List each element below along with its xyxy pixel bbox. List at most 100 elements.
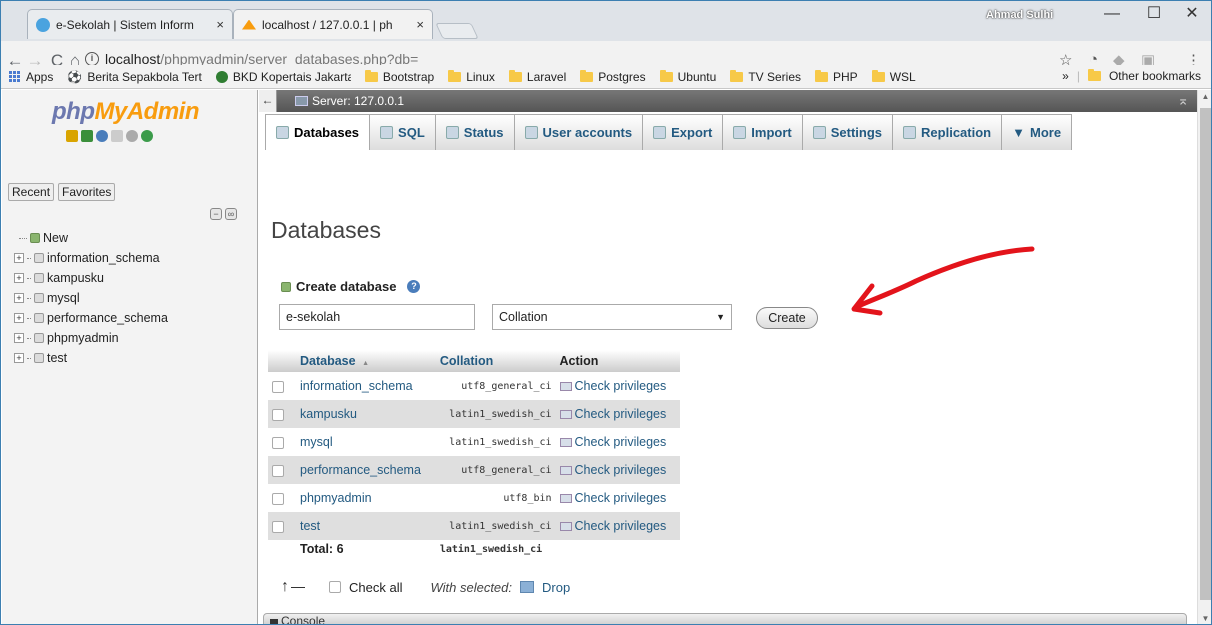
row-checkbox[interactable]	[272, 380, 284, 393]
profile-name[interactable]: Ahmad Sulhi	[986, 9, 1053, 21]
tab-replication[interactable]: Replication	[892, 114, 1003, 150]
minimize-button[interactable]: —	[1097, 3, 1127, 27]
server-breadcrumb[interactable]: Server: 127.0.0.1	[295, 94, 404, 108]
tree-item-kampusku[interactable]: + kampusku	[14, 268, 168, 288]
link-icon[interactable]: ∞	[225, 208, 237, 220]
recent-button[interactable]: Recent	[8, 183, 55, 201]
database-name-link[interactable]: test	[296, 512, 436, 540]
scroll-down-arrow-icon[interactable]: ▼	[1198, 614, 1211, 623]
favorites-button[interactable]: Favorites	[58, 183, 116, 201]
scrollbar-thumb[interactable]	[1200, 108, 1211, 600]
bookmark-bkd[interactable]: BKD Kopertais Jakarta	[215, 70, 351, 84]
bookmark-tv-series[interactable]: TV Series	[730, 69, 801, 84]
drop-button[interactable]: Drop	[542, 580, 570, 595]
tree-item-test[interactable]: + test	[14, 348, 168, 368]
check-all-checkbox[interactable]	[329, 581, 341, 593]
other-bookmarks[interactable]: Other bookmarks	[1109, 69, 1201, 83]
drop-icon[interactable]	[520, 581, 534, 593]
page-scrollbar[interactable]: ▲ ▼	[1197, 90, 1211, 624]
table-total-row: Total: 6 latin1_swedish_ci	[268, 540, 680, 558]
tree-item-mysql[interactable]: + mysql	[14, 288, 168, 308]
tab-export[interactable]: Export	[642, 114, 724, 150]
row-checkbox[interactable]	[272, 408, 284, 421]
bookmark-postgres[interactable]: Postgres	[580, 69, 646, 84]
tab-databases[interactable]: Databases	[265, 114, 371, 150]
tree-label: test	[47, 351, 68, 365]
tree-item-performance-schema[interactable]: + performance_schema	[14, 308, 168, 328]
tab-title: e-Sekolah | Sistem Inform	[56, 17, 194, 32]
collation-select[interactable]: Collation ▼	[492, 304, 732, 330]
bookmark-wsl[interactable]: WSL	[871, 69, 916, 84]
settings-gear-icon[interactable]	[126, 130, 138, 142]
collapse-all-icon[interactable]: −	[210, 208, 222, 220]
check-privileges-link[interactable]: Check privileges	[555, 400, 680, 428]
docs-icon[interactable]	[111, 130, 123, 142]
check-privileges-link[interactable]: Check privileges	[555, 512, 680, 540]
bookmark-php[interactable]: PHP	[815, 69, 858, 84]
tree-item-phpmyadmin[interactable]: + phpmyadmin	[14, 328, 168, 348]
check-privileges-link[interactable]: Check privileges	[555, 456, 680, 484]
collapse-nav-button[interactable]: ←	[259, 90, 277, 112]
check-privileges-link[interactable]: Check privileges	[555, 428, 680, 456]
expand-icon[interactable]: +	[14, 313, 24, 323]
logout-icon[interactable]	[81, 130, 93, 142]
expand-icon[interactable]: +	[14, 273, 24, 283]
check-privileges-link[interactable]: Check privileges	[555, 372, 680, 400]
expand-icon[interactable]: +	[14, 253, 24, 263]
scroll-up-arrow-icon[interactable]: ▲	[1198, 92, 1211, 101]
tab-sql[interactable]: SQL	[369, 114, 436, 150]
reload-nav-icon[interactable]	[141, 130, 153, 142]
folder-icon	[730, 69, 744, 82]
header-database[interactable]: Database ▲	[296, 350, 436, 372]
database-name-link[interactable]: kampusku	[296, 400, 436, 428]
bookmark-apps[interactable]: Apps	[9, 70, 53, 84]
tab-user-accounts[interactable]: User accounts	[513, 114, 644, 150]
home-icon[interactable]	[66, 130, 78, 142]
new-tab-button[interactable]	[435, 23, 479, 39]
expand-icon[interactable]: +	[14, 293, 24, 303]
help-icon[interactable]: ?	[407, 280, 421, 293]
bookmark-ubuntu[interactable]: Ubuntu	[659, 69, 716, 84]
row-checkbox[interactable]	[272, 520, 284, 533]
bookmarks-overflow-button[interactable]: »	[1062, 69, 1069, 83]
browser-tab-esekolah[interactable]: e-Sekolah | Sistem Inform ×	[27, 9, 233, 39]
close-window-button[interactable]: ✕	[1177, 3, 1207, 27]
tab-import[interactable]: Import	[722, 114, 803, 150]
expand-icon[interactable]: +	[14, 333, 24, 343]
tab-more[interactable]: ▼ More	[1001, 114, 1073, 150]
tab-status[interactable]: Status	[434, 114, 515, 150]
database-name-link[interactable]: mysql	[296, 428, 436, 456]
help-icon[interactable]	[96, 130, 108, 142]
bookmark-laravel[interactable]: Laravel	[508, 69, 566, 84]
console-bar[interactable]: Console	[263, 613, 1187, 624]
database-name-link[interactable]: performance_schema	[296, 456, 436, 484]
bookmark-bootstrap[interactable]: Bootstrap	[364, 69, 434, 84]
database-name-link[interactable]: information_schema	[296, 372, 436, 400]
tab-settings[interactable]: Settings	[801, 114, 894, 150]
row-checkbox[interactable]	[272, 492, 284, 505]
browser-tab-phpmyadmin[interactable]: localhost / 127.0.0.1 | ph ×	[233, 9, 433, 39]
recent-favorites: Recent Favorites	[8, 183, 116, 201]
server-label: Server: 127.0.0.1	[312, 94, 405, 108]
check-all-label[interactable]: Check all	[349, 580, 402, 595]
check-privileges-link[interactable]: Check privileges	[555, 484, 680, 512]
scroll-top-icon[interactable]: ⌅	[1177, 92, 1189, 109]
tree-label: information_schema	[47, 251, 160, 265]
database-name-input[interactable]	[279, 304, 475, 330]
header-collation[interactable]: Collation	[435, 350, 556, 372]
maximize-button[interactable]: ☐	[1139, 3, 1169, 27]
expand-icon[interactable]: +	[14, 353, 24, 363]
tab-close-icon[interactable]: ×	[216, 17, 224, 32]
database-name-link[interactable]: phpmyadmin	[296, 484, 436, 512]
row-checkbox[interactable]	[272, 436, 284, 449]
pma-logo[interactable]: phpMyAdmin	[52, 98, 199, 126]
bookmark-linux[interactable]: Linux	[448, 69, 495, 84]
info-icon[interactable]: i	[85, 51, 99, 66]
row-checkbox[interactable]	[272, 464, 284, 477]
tab-label: Import	[751, 125, 792, 140]
tab-close-icon[interactable]: ×	[416, 17, 424, 32]
tree-item-information-schema[interactable]: + information_schema	[14, 248, 168, 268]
tree-item-new[interactable]: New	[14, 228, 168, 248]
bookmark-berita[interactable]: ⚽ Berita Sepakbola Tert	[67, 70, 201, 84]
create-button[interactable]: Create	[756, 307, 818, 329]
